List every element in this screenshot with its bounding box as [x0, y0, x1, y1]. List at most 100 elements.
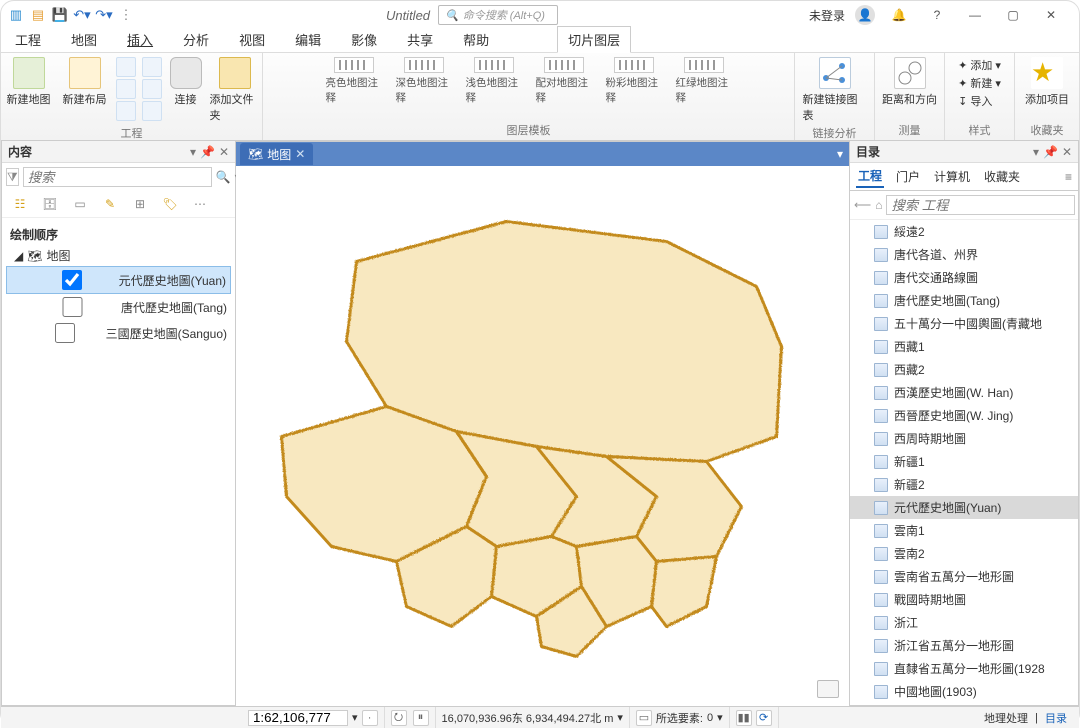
pin-icon[interactable]: 📌	[1043, 145, 1058, 159]
selection-icon[interactable]: ▭	[636, 710, 652, 726]
ribbon-tab[interactable]: 视图	[235, 27, 269, 52]
measure-button[interactable]: 距离和方向	[880, 57, 940, 107]
search-icon[interactable]: 🔍	[216, 170, 231, 184]
new-project-icon[interactable]: ▥	[7, 6, 25, 24]
new-layout-button[interactable]: 新建布局	[60, 57, 110, 107]
command-search[interactable]: 🔍 命令搜索 (Alt+Q)	[438, 5, 558, 25]
catalog-item[interactable]: 唐代各道、州界	[850, 243, 1078, 266]
open-project-icon[interactable]: ▤	[29, 6, 47, 24]
status-tab-geoprocessing[interactable]: 地理处理	[984, 710, 1028, 726]
close-icon[interactable]: ✕	[219, 145, 229, 159]
ribbon-small-button[interactable]	[142, 57, 162, 77]
catalog-item[interactable]: 西藏1	[850, 335, 1078, 358]
view-menu-icon[interactable]: ▾	[837, 147, 843, 161]
toc-layer[interactable]: 唐代歷史地圖(Tang)	[6, 294, 231, 320]
catalog-tab[interactable]: 门户	[894, 166, 922, 187]
catalog-item[interactable]: 中國水道航海圖	[850, 703, 1078, 705]
maximize-icon[interactable]: ▢	[999, 5, 1027, 25]
rotation-icon[interactable]: ⭮	[391, 710, 407, 726]
catalog-tab[interactable]: 计算机	[932, 166, 972, 187]
close-icon[interactable]: ✕	[295, 147, 305, 161]
layer-visibility-checkbox[interactable]	[28, 323, 102, 343]
pause-drawing-icon[interactable]: ⏸	[413, 710, 429, 726]
contents-search-input[interactable]	[23, 167, 212, 187]
ribbon-tab[interactable]: 影像	[347, 27, 381, 52]
catalog-item[interactable]: 浙江	[850, 611, 1078, 634]
chevron-down-icon[interactable]: ▾	[190, 145, 196, 159]
scale-lock-icon[interactable]: ·	[362, 710, 378, 726]
catalog-item[interactable]: 戰國時期地圖	[850, 588, 1078, 611]
catalog-item[interactable]: 唐代歷史地圖(Tang)	[850, 289, 1078, 312]
login-state[interactable]: 未登录	[809, 7, 845, 24]
ribbon-small-button[interactable]	[116, 101, 136, 121]
help-icon[interactable]: ?	[923, 5, 951, 25]
pause-icon[interactable]: ▮▮	[736, 710, 752, 726]
catalog-item[interactable]: 雲南1	[850, 519, 1078, 542]
template-item[interactable]: 亮色地图注释	[326, 57, 382, 105]
map-view-tab[interactable]: 🗺 地图 ✕	[240, 143, 313, 165]
back-icon[interactable]: ⟵	[854, 196, 871, 214]
user-icon[interactable]: 👤	[855, 5, 875, 25]
chevron-down-icon[interactable]: ▾	[717, 711, 723, 724]
list-by-editing-icon[interactable]: ✎	[100, 195, 120, 213]
catalog-item[interactable]: 雲南2	[850, 542, 1078, 565]
toc-layer[interactable]: 元代歷史地圖(Yuan)	[6, 266, 231, 294]
collapse-icon[interactable]: ◢	[14, 249, 23, 263]
pin-icon[interactable]: 📌	[200, 145, 215, 159]
ribbon-tab[interactable]: 插入	[123, 27, 157, 52]
new-link-chart-button[interactable]: 新建链接图表	[803, 57, 867, 123]
close-icon[interactable]: ✕	[1062, 145, 1072, 159]
list-by-snapping-icon[interactable]: ⊞	[130, 195, 150, 213]
catalog-item[interactable]: 中國地圖(1903)	[850, 680, 1078, 703]
ribbon-small-button[interactable]	[116, 79, 136, 99]
menu-icon[interactable]: ≡	[1065, 170, 1072, 184]
template-item[interactable]: 深色地图注释	[396, 57, 452, 105]
list-by-selection-icon[interactable]: ▭	[70, 195, 90, 213]
template-item[interactable]: 配对地图注释	[536, 57, 592, 105]
ribbon-small-button[interactable]	[142, 101, 162, 121]
template-item[interactable]: 浅色地图注释	[466, 57, 522, 105]
style-new-button[interactable]: ✦ 新建 ▾	[958, 75, 1001, 91]
chevron-down-icon[interactable]: ▾	[617, 711, 623, 724]
style-import-button[interactable]: ↧ 导入	[958, 93, 992, 109]
chevron-down-icon[interactable]: ▾	[352, 711, 358, 724]
connect-button[interactable]: 连接	[168, 57, 204, 107]
map-view[interactable]	[236, 166, 849, 706]
toc-layer[interactable]: 三國歷史地圖(Sanguo)	[6, 320, 231, 346]
ribbon-tab[interactable]: 分析	[179, 27, 213, 52]
template-item[interactable]: 粉彩地图注释	[606, 57, 662, 105]
catalog-item[interactable]: 西晉歷史地圖(W. Jing)	[850, 404, 1078, 427]
notifications-icon[interactable]: 🔔	[885, 5, 913, 25]
catalog-item[interactable]: 西藏2	[850, 358, 1078, 381]
qat-more-icon[interactable]: ⋮	[117, 6, 135, 24]
ribbon-context-tab[interactable]: 切片图层	[557, 26, 631, 53]
refresh-icon[interactable]: ⟳	[756, 710, 772, 726]
catalog-item[interactable]: 綏遠2	[850, 220, 1078, 243]
save-icon[interactable]: 💾	[51, 6, 69, 24]
layer-visibility-checkbox[interactable]	[28, 297, 117, 317]
style-add-button[interactable]: ✦ 添加 ▾	[958, 57, 1001, 73]
ribbon-small-button[interactable]	[142, 79, 162, 99]
add-favorite-button[interactable]: ★添加项目	[1022, 57, 1072, 107]
chevron-down-icon[interactable]: ▾	[1033, 145, 1039, 159]
catalog-tab[interactable]: 工程	[856, 165, 884, 188]
more-icon[interactable]: ⋯	[190, 195, 210, 213]
catalog-item[interactable]: 西漢歷史地圖(W. Han)	[850, 381, 1078, 404]
home-icon[interactable]: ⌂	[875, 196, 882, 214]
ribbon-tab[interactable]: 共享	[403, 27, 437, 52]
catalog-item[interactable]: 五十萬分一中國輿圖(青藏地	[850, 312, 1078, 335]
ribbon-small-button[interactable]	[116, 57, 136, 77]
redo-icon[interactable]: ↷▾	[95, 6, 113, 24]
close-icon[interactable]: ✕	[1037, 5, 1065, 25]
catalog-tab[interactable]: 收藏夹	[982, 166, 1022, 187]
catalog-item[interactable]: 新疆1	[850, 450, 1078, 473]
toc-map-node[interactable]: ◢ 🗺 地图	[10, 245, 231, 266]
catalog-item[interactable]: 唐代交通路線圖	[850, 266, 1078, 289]
undo-icon[interactable]: ↶▾	[73, 6, 91, 24]
list-by-labeling-icon[interactable]: 🏷	[160, 195, 180, 213]
status-tab-catalog[interactable]: 目录	[1045, 710, 1067, 726]
minimize-icon[interactable]: —	[961, 5, 989, 25]
catalog-item[interactable]: 新疆2	[850, 473, 1078, 496]
catalog-item[interactable]: 西周時期地圖	[850, 427, 1078, 450]
ribbon-tab[interactable]: 工程	[11, 27, 45, 52]
